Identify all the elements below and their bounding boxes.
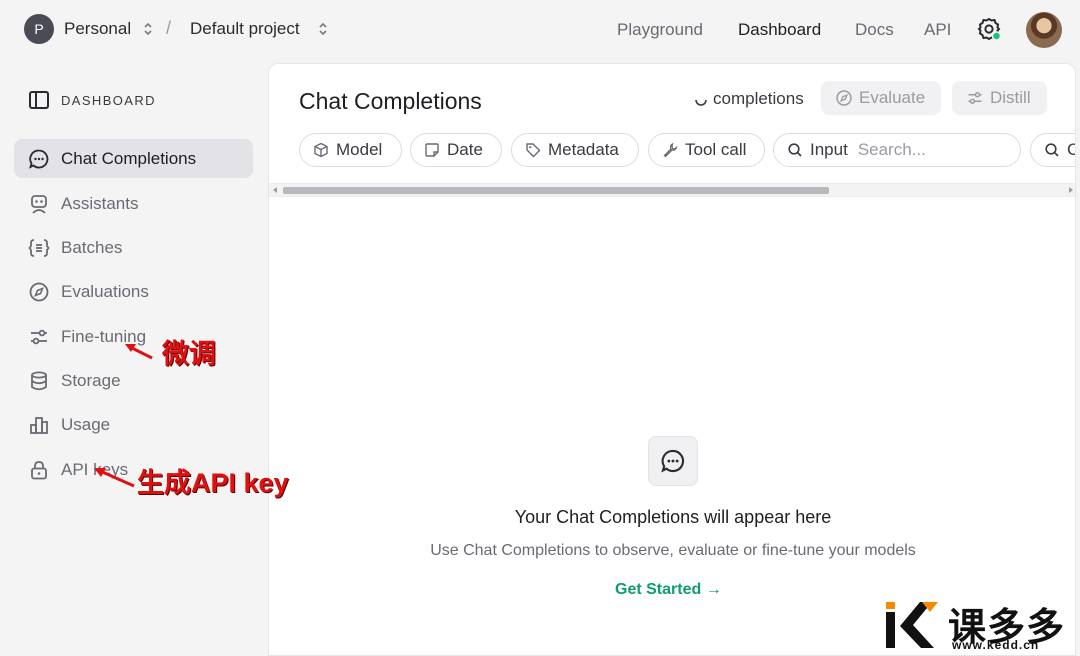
chevron-updown-icon[interactable] — [318, 21, 328, 37]
org-switcher[interactable]: Personal — [64, 19, 131, 39]
annotation-arrow-icon — [94, 468, 135, 488]
page-title: Chat Completions — [299, 88, 482, 114]
get-started-link[interactable]: Get Started → — [615, 581, 722, 599]
sidebar-item-usage[interactable]: Usage — [14, 405, 253, 444]
sidebar-item-storage[interactable]: Storage — [14, 361, 253, 400]
scroll-left-arrow-icon[interactable] — [273, 187, 277, 193]
project-switcher[interactable]: Default project — [190, 19, 300, 39]
filter-metadata-label: Metadata — [548, 140, 619, 159]
scroll-right-arrow-icon[interactable] — [1069, 187, 1073, 193]
breadcrumb-separator: / — [166, 18, 172, 38]
search-icon — [788, 143, 802, 157]
annotation-arrow-icon — [125, 344, 153, 360]
sidebar-item-assistants[interactable]: Assistants — [14, 184, 253, 223]
calendar-icon — [425, 143, 439, 157]
database-icon — [31, 371, 47, 390]
brand-logo-icon — [886, 602, 938, 648]
sliders-icon — [31, 329, 47, 344]
org-initial: P — [34, 21, 44, 37]
nav-api[interactable]: API — [924, 20, 951, 40]
sidebar-item-label: Assistants — [61, 193, 139, 213]
filter-input-label: Input — [810, 140, 848, 159]
settings-gear-icon[interactable] — [976, 16, 1002, 42]
sidebar-heading: DASHBOARD — [61, 93, 156, 108]
compass-icon — [836, 90, 852, 106]
search-input[interactable]: Search... — [858, 140, 926, 160]
main-panel: Chat Completions completions Evaluate Di… — [268, 63, 1076, 656]
empty-state-title: Your Chat Completions will appear here — [514, 507, 832, 527]
filter-input-search[interactable]: Input Search... — [773, 133, 1021, 167]
filter-tool-call-label: Tool call — [685, 140, 747, 159]
empty-state-icon-box — [648, 436, 698, 486]
sidebar-item-label: Batches — [61, 237, 123, 257]
empty-state-subtitle: Use Chat Completions to observe, evaluat… — [430, 542, 916, 559]
evaluate-label: Evaluate — [859, 88, 926, 107]
nav-dashboard[interactable]: Dashboard — [738, 20, 821, 40]
wrench-icon — [663, 142, 678, 158]
filter-date[interactable]: Date — [410, 133, 502, 167]
annotation-api-key: 生成API key — [137, 468, 289, 498]
compass-icon — [29, 282, 49, 301]
chat-icon — [29, 149, 49, 169]
cube-icon — [314, 142, 328, 158]
user-avatar[interactable] — [1026, 12, 1062, 48]
sidebar-item-evaluations[interactable]: Evaluations — [14, 272, 253, 311]
sidebar-item-chat-completions[interactable]: Chat Completions — [14, 139, 253, 178]
filter-model[interactable]: Model — [299, 133, 402, 167]
org-avatar[interactable]: P — [24, 14, 54, 44]
sidebar-item-label: Usage — [61, 414, 111, 434]
loading-spinner-icon — [695, 99, 707, 106]
evaluate-button[interactable]: Evaluate — [821, 81, 941, 115]
filter-metadata[interactable]: Metadata — [511, 133, 639, 167]
sidebar-item-label: Evaluations — [61, 281, 149, 301]
chevron-updown-icon[interactable] — [143, 21, 153, 37]
filter-model-label: Model — [336, 140, 383, 159]
chat-icon — [661, 449, 685, 473]
watermark: 课多多 www.kedd.cn — [876, 596, 1080, 656]
distill-label: Distill — [990, 88, 1031, 107]
search-icon — [1045, 143, 1059, 157]
filter-next-partial[interactable]: C — [1030, 133, 1075, 167]
lock-icon — [31, 460, 47, 479]
tag-icon — [526, 143, 541, 158]
assistant-icon — [31, 194, 47, 214]
horizontal-scrollbar[interactable] — [269, 183, 1075, 197]
watermark-url: www.kedd.cn — [952, 638, 1040, 652]
completions-status: completions — [713, 89, 804, 108]
batches-icon — [28, 238, 50, 257]
distill-button[interactable]: Distill — [952, 81, 1047, 115]
nav-docs[interactable]: Docs — [855, 20, 894, 40]
sidebar-item-label: Storage — [61, 370, 121, 390]
sidebar-item-label: Chat Completions — [61, 148, 197, 168]
filter-date-label: Date — [447, 140, 483, 159]
sidebar-item-batches[interactable]: Batches — [14, 228, 253, 267]
bar-chart-icon — [30, 416, 48, 434]
annotation-fine-tuning: 微调 — [162, 339, 216, 369]
sidebar-toggle-icon[interactable] — [28, 89, 50, 111]
top-bar: P Personal / Default project Playground … — [0, 0, 1080, 60]
sliders-icon — [968, 92, 982, 104]
filter-next-label: C — [1067, 140, 1075, 160]
scrollbar-thumb[interactable] — [283, 187, 829, 194]
nav-playground[interactable]: Playground — [617, 20, 703, 40]
filter-tool-call[interactable]: Tool call — [648, 133, 765, 167]
